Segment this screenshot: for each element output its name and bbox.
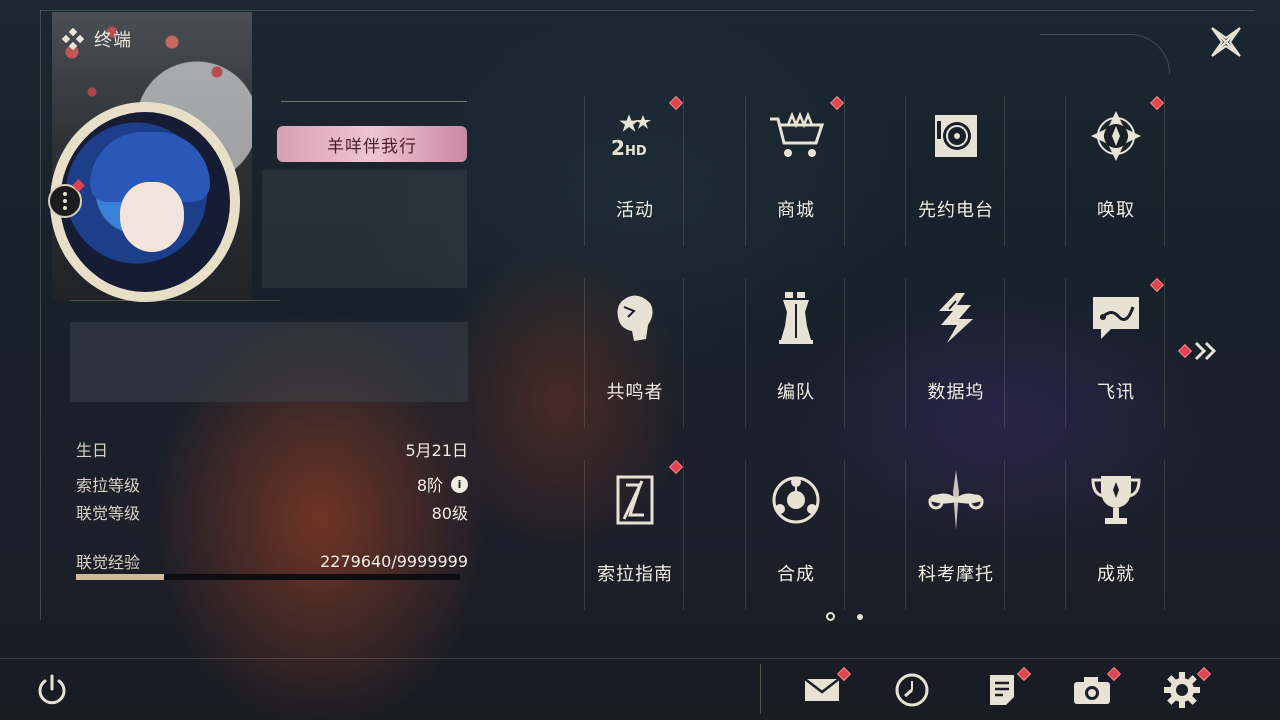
- settings-gear-icon: [1164, 672, 1200, 708]
- power-button[interactable]: [32, 670, 72, 710]
- exp-label: 联觉经验: [76, 553, 141, 572]
- menu-item-label: 数据坞: [927, 382, 985, 403]
- terminal-diamond-icon: [62, 28, 84, 50]
- menu-item-12[interactable]: 成就: [1065, 460, 1165, 610]
- stat-value: 80级: [432, 500, 468, 524]
- settings-button[interactable]: [1162, 670, 1202, 710]
- menu-item-9[interactable]: 索拉指南: [584, 459, 684, 610]
- divider: [281, 101, 467, 102]
- page-title-text: 终端: [94, 30, 132, 51]
- chess-team-icon: [764, 286, 828, 350]
- more-dot-icon: [63, 199, 67, 203]
- stat-row-birthday: 生日 5月21日: [76, 437, 468, 461]
- event-icon: 2 HD: [603, 104, 667, 168]
- clock-icon: [895, 673, 929, 707]
- menu-item-label: 共鸣者: [606, 382, 664, 403]
- trophy-icon: [1084, 468, 1148, 532]
- frame-top-line: [40, 10, 1255, 11]
- notification-badge: [668, 459, 684, 475]
- menu-item-label: 商城: [777, 200, 815, 221]
- more-dot-icon: [63, 206, 67, 210]
- next-page-button[interactable]: [1177, 338, 1224, 364]
- menu-item-4[interactable]: 唤取: [1065, 95, 1165, 246]
- mail-icon: [804, 678, 840, 701]
- frame-left-line: [40, 10, 41, 620]
- notice-icon: [990, 675, 1014, 705]
- motorbike-icon: [924, 468, 988, 532]
- menu-item-10[interactable]: 合成: [745, 460, 845, 610]
- stat-row-sol-rank: 索拉等级 8阶 i: [76, 472, 468, 496]
- exp-progress-fill: [76, 574, 164, 580]
- nickname: 羊咩伴我行: [327, 136, 417, 157]
- menu-item-6[interactable]: 编队: [745, 278, 845, 428]
- nickname-plate: 羊咩伴我行: [277, 126, 467, 162]
- camera-button[interactable]: [1072, 670, 1112, 710]
- menu-item-label: 飞讯: [1097, 382, 1135, 403]
- menu-item-label: 先约电台: [918, 200, 994, 221]
- data-bank-icon: [924, 286, 988, 350]
- stat-value: 8阶 i: [417, 472, 468, 496]
- close-icon: [1211, 27, 1241, 57]
- stat-label: 生日: [76, 441, 109, 460]
- radio-icon: [924, 104, 988, 168]
- birthday-value: 5月21日: [405, 441, 468, 460]
- stat-label: 索拉等级: [76, 476, 141, 495]
- menu-item-label: 科考摩托: [918, 564, 994, 585]
- notification-badge: [829, 95, 845, 111]
- divider: [760, 664, 761, 714]
- message-chat-icon: [1084, 286, 1148, 350]
- synthesis-icon: [764, 468, 828, 532]
- clock-button[interactable]: [892, 670, 932, 710]
- menu-item-2[interactable]: 商城: [745, 95, 845, 246]
- menu-item-5[interactable]: 共鸣者: [584, 278, 684, 428]
- notification-badge: [668, 95, 684, 111]
- menu-item-8[interactable]: 飞讯: [1065, 277, 1165, 428]
- info-icon[interactable]: i: [451, 475, 468, 493]
- stat-value: 5月21日: [405, 437, 468, 461]
- stat-label: 联觉等级: [76, 504, 141, 523]
- svg-text:HD: HD: [625, 144, 647, 159]
- power-icon: [38, 674, 66, 705]
- divider: [70, 300, 280, 301]
- stat-row-union-level: 联觉等级 80级: [76, 500, 468, 524]
- menu-item-1[interactable]: 2 HD 活动: [584, 95, 684, 246]
- camera-icon: [1074, 677, 1110, 704]
- menu-item-label: 成就: [1097, 564, 1135, 585]
- stat-row-union-exp: 联觉经验 2279640/9999999: [76, 549, 468, 573]
- mail-button[interactable]: [802, 670, 842, 710]
- profile-info-panel: [70, 322, 468, 402]
- exp-value: 2279640/9999999: [320, 551, 468, 571]
- frame-corner-arc: [1040, 34, 1170, 74]
- exp-progress-bar: [76, 574, 460, 580]
- gacha-compass-icon: [1084, 104, 1148, 168]
- union-level-value: 80级: [431, 504, 468, 523]
- menu-item-7[interactable]: 数据坞: [905, 278, 1005, 428]
- menu-item-label: 编队: [777, 382, 815, 403]
- page-dot-1[interactable]: [826, 612, 835, 621]
- guide-book-icon: [603, 468, 667, 532]
- sol-rank-value: 8阶: [416, 476, 443, 495]
- shop-cart-icon: [764, 104, 828, 168]
- page-title: 终端: [62, 26, 132, 52]
- menu-item-label: 合成: [777, 564, 815, 585]
- signature-area[interactable]: [262, 170, 467, 288]
- notification-badge: [1177, 343, 1193, 359]
- double-chevron-right-icon: [1194, 341, 1217, 361]
- avatar-face: [120, 182, 184, 252]
- notice-button[interactable]: [982, 670, 1022, 710]
- menu-item-label: 索拉指南: [597, 564, 673, 585]
- page-dot-2[interactable]: [857, 613, 863, 620]
- page-indicator: [826, 612, 863, 621]
- resonator-head-icon: [603, 286, 667, 350]
- svg-text:2: 2: [611, 136, 625, 160]
- menu-item-11[interactable]: 科考摩托: [905, 460, 1005, 610]
- more-dot-icon: [63, 192, 67, 196]
- notification-badge: [1149, 277, 1165, 293]
- menu-item-label: 唤取: [1097, 200, 1135, 221]
- notification-badge: [1149, 95, 1165, 111]
- menu-item-label: 活动: [616, 200, 654, 221]
- close-button[interactable]: [1206, 22, 1246, 62]
- menu-item-3[interactable]: 先约电台: [905, 96, 1005, 246]
